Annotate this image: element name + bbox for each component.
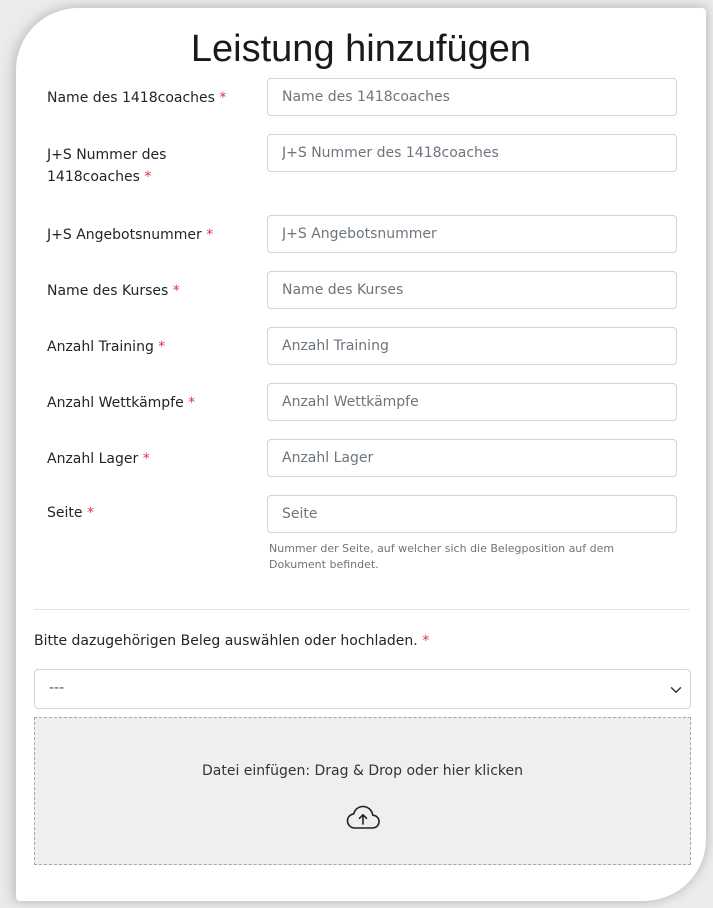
receipt-select-value: --- (49, 680, 65, 696)
coach-name-input[interactable] (267, 78, 677, 116)
competition-count-label: Anzahl Wettkämpfe * (47, 392, 247, 414)
offer-number-input[interactable] (267, 215, 677, 253)
course-name-input[interactable] (267, 271, 677, 309)
add-service-form-card: Leistung hinzufügen Name des 1418coaches… (16, 8, 706, 901)
course-name-label-text: Name des Kurses (47, 283, 169, 299)
required-marker: * (206, 227, 214, 243)
required-marker: * (188, 395, 196, 411)
required-marker: * (144, 169, 152, 185)
coach-js-number-input[interactable] (267, 134, 677, 172)
page-title: Leistung hinzufügen (190, 28, 532, 70)
training-count-input[interactable] (267, 327, 677, 365)
required-marker: * (158, 339, 166, 355)
camp-count-label: Anzahl Lager * (47, 448, 247, 470)
section-divider (34, 609, 690, 610)
required-marker: * (422, 633, 430, 649)
required-marker: * (172, 283, 180, 299)
course-name-label: Name des Kurses * (47, 280, 247, 302)
dropzone-text: Datei einfügen: Drag & Drop oder hier kl… (201, 763, 523, 779)
competition-count-input[interactable] (267, 383, 677, 421)
cloud-upload-icon (346, 805, 380, 829)
competition-count-label-text: Anzahl Wettkämpfe (47, 395, 184, 411)
page-label: Seite * (47, 502, 247, 524)
page-label-text: Seite (47, 505, 83, 521)
camp-count-input[interactable] (267, 439, 677, 477)
file-dropzone[interactable]: Datei einfügen: Drag & Drop oder hier kl… (34, 717, 691, 865)
receipt-label-text: Bitte dazugehörigen Beleg auswählen oder… (34, 633, 418, 649)
page-input[interactable] (267, 495, 677, 533)
camp-count-label-text: Anzahl Lager (47, 451, 139, 467)
required-marker: * (142, 451, 150, 467)
receipt-select[interactable]: --- (34, 669, 691, 709)
coach-js-number-label: J+S Nummer des 1418coaches * (47, 144, 217, 188)
coach-name-label: Name des 1418coaches * (47, 87, 247, 109)
training-count-label: Anzahl Training * (47, 336, 247, 358)
coach-name-label-text: Name des 1418coaches (47, 90, 215, 106)
training-count-label-text: Anzahl Training (47, 339, 154, 355)
required-marker: * (86, 505, 94, 521)
receipt-label: Bitte dazugehörigen Beleg auswählen oder… (34, 633, 429, 649)
page-help-text: Nummer der Seite, auf welcher sich die B… (269, 542, 615, 571)
offer-number-label-text: J+S Angebotsnummer (47, 227, 202, 243)
offer-number-label: J+S Angebotsnummer * (47, 224, 247, 246)
required-marker: * (219, 90, 227, 106)
chevron-down-icon (670, 687, 682, 693)
